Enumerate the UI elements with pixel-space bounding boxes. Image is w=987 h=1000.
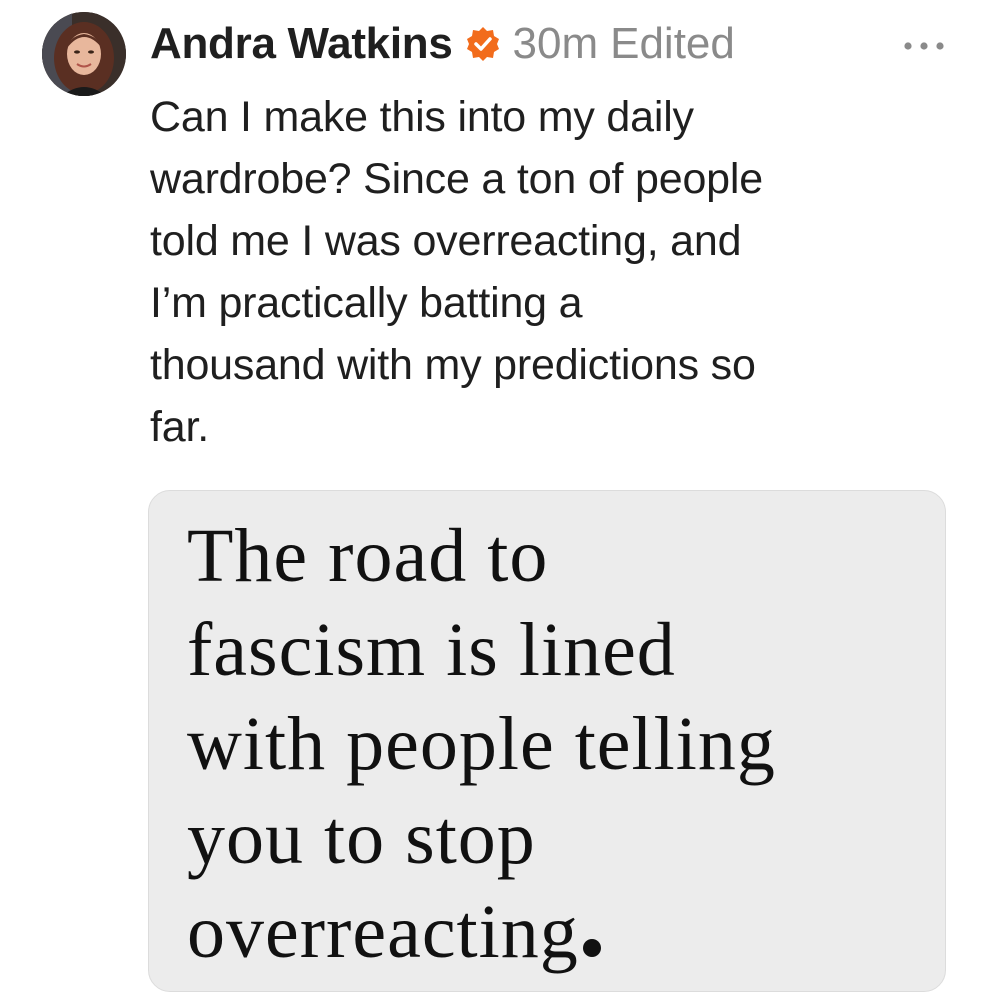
quote-last-line: overreacting [187, 889, 601, 976]
author-name[interactable]: Andra Watkins [150, 19, 453, 69]
image-attachment[interactable]: The road to fascism is lined with people… [148, 490, 946, 992]
post-timestamp[interactable]: 30m [513, 19, 599, 69]
quote-line: fascism is lined [187, 608, 676, 692]
post-header: Andra Watkins 30m Edited [150, 14, 735, 74]
verified-badge-icon [465, 26, 501, 62]
post-text-line: I’m practically batting a [150, 279, 583, 327]
quote-line: with people telling [187, 702, 776, 786]
post-body-text: Can I make this into my daily wardrobe? … [150, 86, 950, 458]
post-text-line: wardrobe? Since a ton of people [150, 155, 763, 203]
more-options-icon[interactable] [900, 36, 948, 56]
edited-label: Edited [610, 19, 735, 68]
quote-period-dot [582, 939, 601, 957]
post-card: Andra Watkins 30m Edited Can I make this… [0, 0, 987, 1000]
post-text-line: Can I make this into my daily [150, 93, 694, 141]
post-text-line: far. [150, 403, 209, 451]
post-text-line: told me I was overreacting, and [150, 217, 742, 265]
quote-line: The road to [187, 514, 549, 598]
quote-line: you to stop [187, 796, 536, 880]
post-text-line: thousand with my predictions so [150, 341, 756, 389]
author-avatar[interactable] [42, 12, 126, 96]
quote-line: overreacting [187, 890, 579, 974]
